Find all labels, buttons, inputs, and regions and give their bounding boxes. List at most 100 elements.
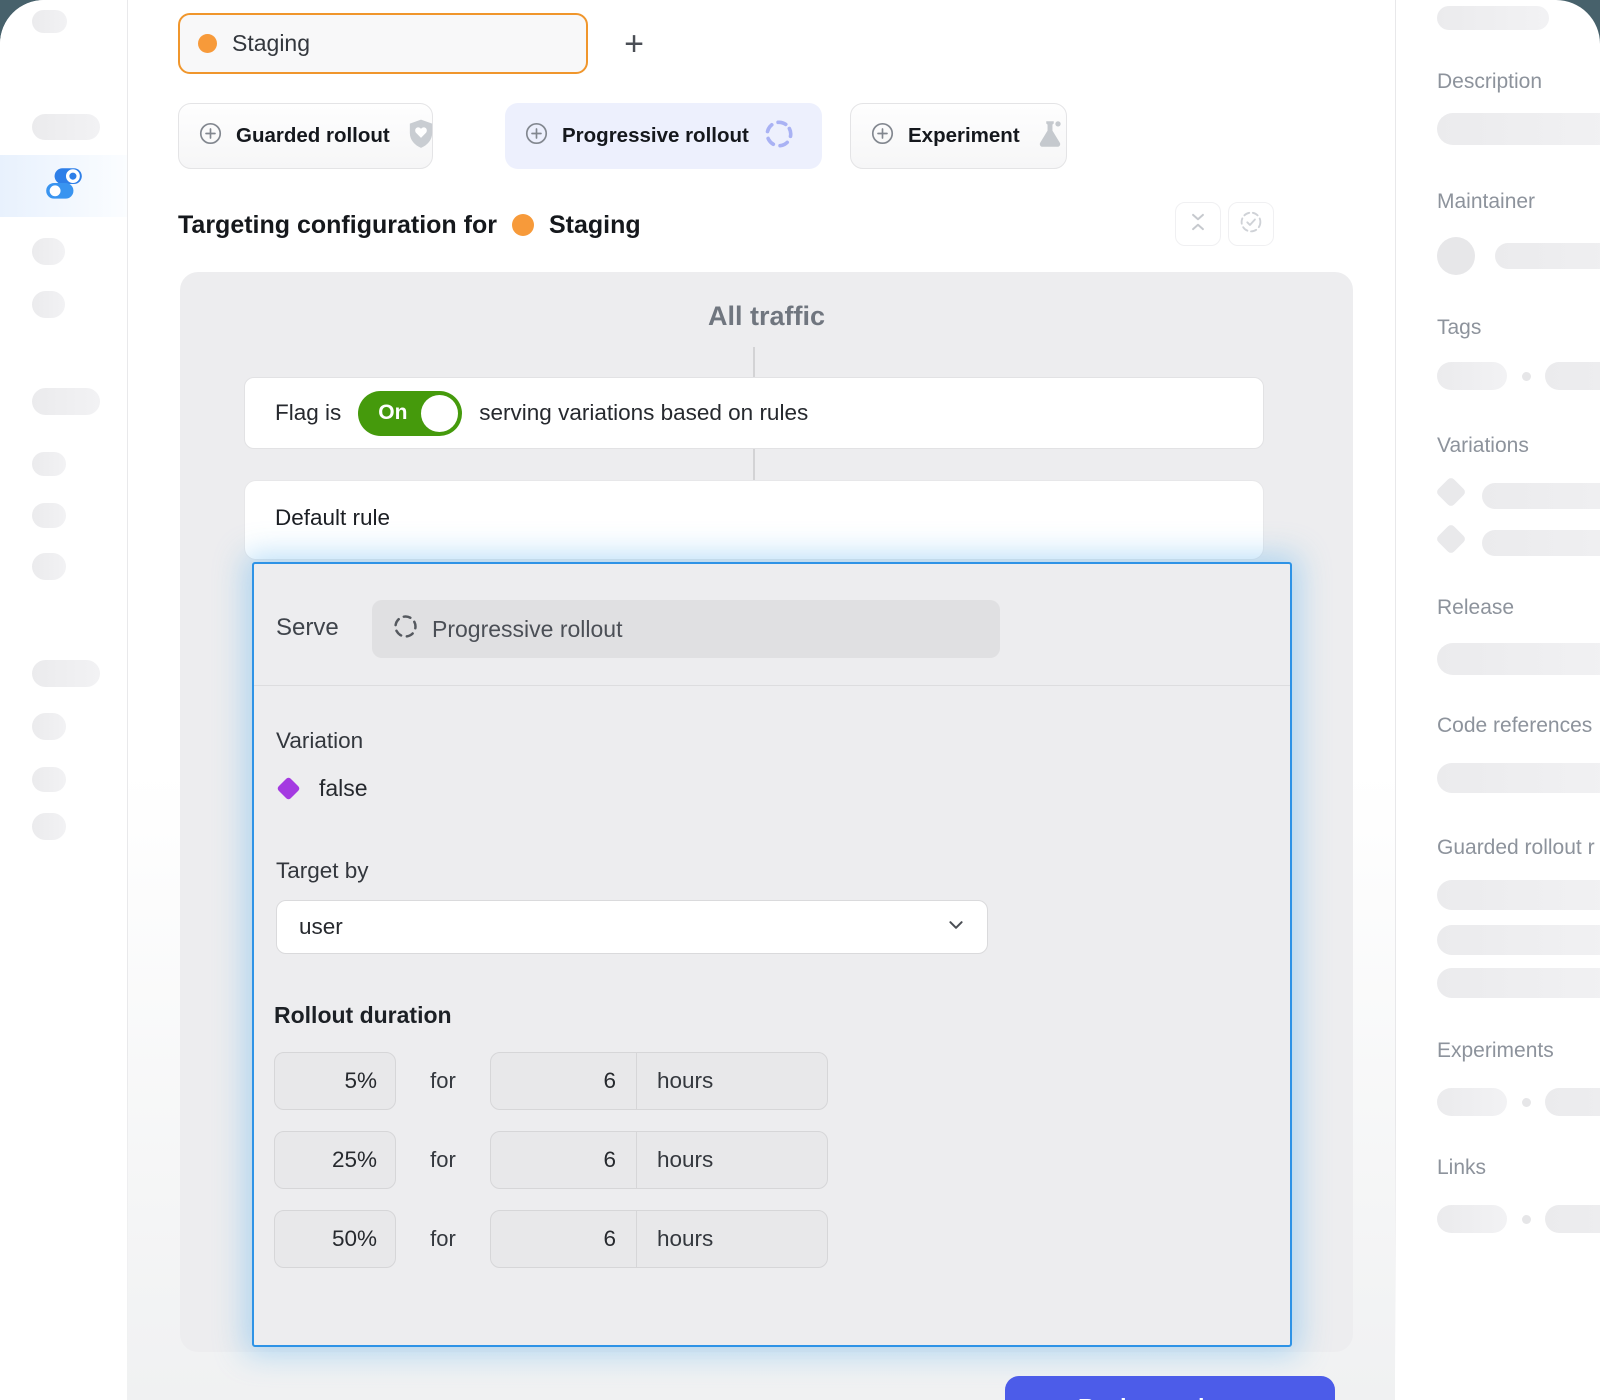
variation-diamond-skeleton <box>1435 476 1466 507</box>
rollout-step-row: 50% for 6 hours <box>274 1210 1034 1268</box>
flag-on-toggle[interactable]: On <box>358 391 462 436</box>
flag-toggle-label: On <box>378 401 407 425</box>
right-panel-skeleton <box>1437 880 1600 910</box>
toggles-icon <box>42 162 86 211</box>
rollout-duration-input[interactable]: 6 hours <box>490 1131 828 1189</box>
app-canvas: Staging + Guarded rollout Progressive ro… <box>0 0 1600 1400</box>
connector-line <box>753 347 755 377</box>
variation-label: Variation <box>276 728 363 754</box>
for-label: for <box>396 1068 490 1094</box>
sidebar-item-flags-active[interactable] <box>0 155 127 217</box>
variation-value: false <box>319 775 368 802</box>
rollout-percent-input[interactable]: 25% <box>274 1131 396 1189</box>
right-panel-skeleton <box>1437 968 1600 998</box>
duration-value[interactable]: 6 <box>491 1053 636 1109</box>
right-panel-skeleton <box>1482 530 1600 556</box>
right-panel-skeleton <box>1437 763 1600 793</box>
right-panel-label-links: Links <box>1437 1156 1486 1180</box>
duration-unit: hours <box>637 1211 827 1267</box>
right-panel-skeleton <box>1482 483 1600 509</box>
sidebar-skeleton-item <box>32 238 65 265</box>
targeting-heading-env: Staging <box>549 211 641 240</box>
serve-value-pill[interactable]: Progressive rollout <box>372 600 1000 658</box>
rollout-percent-input[interactable]: 5% <box>274 1052 396 1110</box>
add-environment-button[interactable]: + <box>612 22 656 66</box>
right-panel-skeleton <box>1437 1088 1507 1116</box>
sidebar-skeleton-item <box>32 452 66 476</box>
sidebar-skeleton-item <box>32 767 66 792</box>
sidebar-skeleton-item <box>32 10 67 33</box>
environment-color-dot <box>198 34 217 53</box>
variation-diamond-skeleton <box>1435 523 1466 554</box>
right-panel-skeleton <box>1545 1088 1600 1116</box>
connector-line <box>753 449 755 480</box>
right-panel-skeleton <box>1437 643 1600 675</box>
editor-divider <box>254 685 1290 686</box>
right-panel-skeleton <box>1437 362 1507 390</box>
toggle-knob <box>421 395 458 432</box>
target-by-value: user <box>299 914 343 940</box>
duration-value[interactable]: 6 <box>491 1211 636 1267</box>
collapse-all-button[interactable] <box>1175 202 1221 246</box>
default-rule-title: Default rule <box>275 505 390 530</box>
flag-status-suffix: serving variations based on rules <box>479 400 808 426</box>
collapse-vertical-icon <box>1187 211 1209 238</box>
sidebar-divider <box>127 0 128 1400</box>
duration-value[interactable]: 6 <box>491 1132 636 1188</box>
experiment-chip[interactable]: Experiment <box>850 103 1067 169</box>
right-panel-label-code-references: Code references <box>1437 714 1592 738</box>
app-window: Staging + Guarded rollout Progressive ro… <box>0 0 1600 1400</box>
dashed-circle-icon <box>392 613 419 645</box>
right-panel-label-maintainer: Maintainer <box>1437 190 1535 214</box>
left-sidebar <box>0 0 127 1400</box>
chevron-down-icon <box>947 916 965 939</box>
serve-value-text: Progressive rollout <box>432 616 622 643</box>
all-traffic-header: All traffic <box>180 301 1353 332</box>
right-panel-skeleton <box>1437 925 1600 955</box>
variation-value-row: false <box>280 775 368 802</box>
serve-label: Serve <box>276 614 339 642</box>
shield-heart-icon <box>404 117 438 156</box>
duration-unit: hours <box>637 1053 827 1109</box>
duration-unit: hours <box>637 1132 827 1188</box>
right-panel-skeleton <box>1545 1205 1600 1233</box>
plus-circle-icon <box>871 122 894 150</box>
sidebar-skeleton-item <box>32 388 100 415</box>
progressive-rollout-chip[interactable]: Progressive rollout <box>505 103 822 169</box>
environment-color-dot <box>512 214 534 236</box>
check-status-button[interactable] <box>1228 202 1274 246</box>
right-panel-label-tags: Tags <box>1437 316 1481 340</box>
skeleton-dot <box>1522 1215 1531 1224</box>
rollout-step-row: 25% for 6 hours <box>274 1131 1034 1189</box>
skeleton-dot <box>1522 372 1531 381</box>
default-rule-card: Default rule <box>244 480 1264 560</box>
target-by-select[interactable]: user <box>276 900 988 954</box>
right-panel-label-experiments: Experiments <box>1437 1039 1554 1063</box>
review-and-save-button[interactable]: Review and save <box>1005 1376 1335 1400</box>
experiment-label: Experiment <box>908 124 1020 148</box>
maintainer-avatar <box>1437 237 1475 275</box>
sidebar-skeleton-item <box>32 660 100 687</box>
guarded-rollout-chip[interactable]: Guarded rollout <box>178 103 433 169</box>
rollout-percent-input[interactable]: 50% <box>274 1210 396 1268</box>
flag-status-prefix: Flag is <box>275 400 341 426</box>
guarded-rollout-label: Guarded rollout <box>236 124 390 148</box>
rollout-duration-input[interactable]: 6 hours <box>490 1052 828 1110</box>
plus-circle-icon <box>199 122 222 150</box>
right-panel-label-description: Description <box>1437 70 1542 94</box>
skeleton-dot <box>1522 1098 1531 1107</box>
sidebar-skeleton-item <box>32 553 66 580</box>
right-panel-skeleton <box>1545 362 1600 390</box>
right-panel-divider <box>1395 0 1396 1400</box>
rollout-duration-input[interactable]: 6 hours <box>490 1210 828 1268</box>
sidebar-skeleton-item <box>32 114 100 140</box>
right-panel-skeleton <box>1437 1205 1507 1233</box>
right-panel-skeleton <box>1437 6 1549 30</box>
right-panel-skeleton <box>1437 113 1600 145</box>
environment-tab-staging[interactable]: Staging <box>178 13 588 74</box>
progressive-rollout-label: Progressive rollout <box>562 124 749 148</box>
right-panel-skeleton <box>1495 243 1600 269</box>
right-panel-label-guarded-rollout: Guarded rollout r <box>1437 836 1595 860</box>
for-label: for <box>396 1226 490 1252</box>
rollout-duration-label: Rollout duration <box>274 1002 452 1029</box>
